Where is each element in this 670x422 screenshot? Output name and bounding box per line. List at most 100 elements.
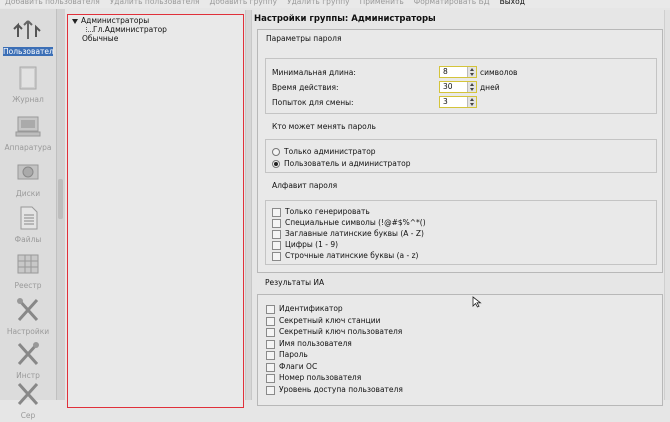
tools-icon [17,298,39,322]
checkbox-password[interactable] [266,351,275,360]
checkbox-special-chars[interactable] [272,219,281,228]
menu-delete-group[interactable]: Удалить группу [282,0,355,8]
checkbox-label[interactable]: Специальные символы (!@#$%^*() [285,218,426,227]
nav-label: Журнал [12,95,44,104]
password-limits-box: Минимальная длина: 8 символов Время дейс… [265,58,657,114]
tree-item-admins[interactable]: Администраторы [68,16,149,25]
navigation-bar: Пользовател Журнал Аппаратура Диски Файл… [0,9,65,420]
alphabet-title: Алфавит пароля [272,181,338,190]
group-tree: Администраторы Гл.Администратор Обычные [67,14,244,408]
nav-journal[interactable]: Журнал [0,61,56,106]
checkbox-os-flags[interactable] [266,363,275,372]
spinbox-buttons[interactable] [467,97,476,107]
checkbox-label[interactable]: Уровень доступа пользователя [279,385,403,394]
menu-add-group[interactable]: Добавить группу [205,0,283,8]
checkbox-generate-only[interactable] [272,208,281,217]
who-can-change-title: Кто может менять пароль [272,122,376,131]
registry-icon [17,254,39,274]
tree-item-regular[interactable]: Обычные [82,34,118,43]
validity-label: Время действия: [272,83,339,92]
checkbox-digits[interactable] [272,241,281,250]
settings-title: Настройки группы: Администраторы [254,14,436,24]
spinbox-buttons[interactable] [467,67,476,77]
checkbox-label[interactable]: Номер пользователя [279,373,361,382]
scrollbar-thumb[interactable] [58,179,63,219]
nav-settings[interactable]: Настройки [0,293,56,338]
spinbox-value: 3 [443,97,448,106]
validity-spinbox[interactable]: 30 [439,81,477,93]
nav-label: Настройки [6,327,50,336]
min-length-label: Минимальная длина: [272,68,356,77]
nav-files[interactable]: Файлы [0,201,56,246]
arrow-down-icon[interactable] [470,103,474,106]
tools-icon [17,342,39,366]
alphabet-box: Только генерировать Специальные символы … [265,200,657,265]
checkbox-access-level[interactable] [266,386,275,395]
arrow-up-icon[interactable] [470,98,474,101]
checkbox-label[interactable]: Секретный ключ станции [279,316,381,325]
checkbox-user-key[interactable] [266,328,275,337]
menu-bar: Добавить пользователя Удалить пользовате… [0,0,670,8]
arrow-down-icon[interactable] [470,88,474,91]
nav-scrollbar[interactable] [56,9,65,400]
tree-connector [86,27,93,32]
checkbox-label[interactable]: Пароль [279,350,308,359]
menu-format-db[interactable]: Форматировать БД [409,0,495,8]
checkbox-label[interactable]: Только генерировать [285,207,370,216]
mouse-cursor-icon [472,296,482,308]
menu-delete-user[interactable]: Удалить пользователя [105,0,205,8]
checkbox-label[interactable]: Идентификатор [279,304,343,313]
checkbox-identifier[interactable] [266,305,275,314]
radio-label[interactable]: Пользователь и администратор [284,159,411,168]
nav-hardware[interactable]: Аппаратура [0,109,56,154]
validity-unit: дней [480,83,500,92]
nav-tools[interactable]: Инстр [0,337,56,382]
arrow-down-icon[interactable] [470,73,474,76]
checkbox-label[interactable]: Цифры (1 - 9) [285,240,338,249]
files-icon [20,206,38,230]
tools-icon [17,382,39,406]
radio-user-and-admin[interactable] [272,160,280,168]
checkbox-label[interactable]: Строчные латинские буквы (a - z) [285,251,418,260]
checkbox-label[interactable]: Секретный ключ пользователя [279,327,402,336]
attempts-label: Попыток для смены: [272,98,354,107]
menu-exit[interactable]: Выход [495,0,530,8]
radio-label[interactable]: Только администратор [284,147,376,156]
menu-apply[interactable]: Применить [355,0,409,8]
results-group: Идентификатор Секретный ключ станции Сек… [257,294,663,406]
nav-users[interactable]: Пользовател [0,13,56,58]
checkbox-user-name[interactable] [266,340,275,349]
radio-admin-only[interactable] [272,148,280,156]
tree-item-label: Гл.Администратор [93,25,167,34]
checkbox-lowercase[interactable] [272,252,281,261]
tree-item-label: Администраторы [81,16,150,25]
tree-item-chief-admin[interactable]: Гл.Администратор [93,25,167,34]
checkbox-user-number[interactable] [266,374,275,383]
checkbox-station-key[interactable] [266,317,275,326]
spinbox-value: 30 [443,82,453,91]
arrow-up-icon[interactable] [470,83,474,86]
nav-label: Сер [20,411,36,420]
checkbox-uppercase[interactable] [272,230,281,239]
checkbox-label[interactable]: Заглавные латинские буквы (A - Z) [285,229,424,238]
checkbox-label[interactable]: Флаги ОС [279,362,317,371]
disks-icon [17,164,39,180]
settings-scrollbar[interactable] [664,10,670,400]
expand-arrow-icon[interactable] [72,18,78,24]
nav-label: Диски [15,189,41,198]
tree-item-label: Обычные [82,34,119,43]
nav-disks[interactable]: Диски [0,155,56,200]
attempts-spinbox[interactable]: 3 [439,96,477,108]
arrow-up-icon[interactable] [470,68,474,71]
panel-splitter[interactable] [245,10,252,400]
users-icon [13,20,41,39]
spinbox-value: 8 [443,67,448,76]
nav-label: Реестр [14,281,42,290]
min-length-spinbox[interactable]: 8 [439,66,477,78]
checkbox-label[interactable]: Имя пользователя [279,339,352,348]
min-length-unit: символов [480,68,518,77]
nav-registry[interactable]: Реестр [0,247,56,292]
spinbox-buttons[interactable] [467,82,476,92]
who-can-change-box: Только администратор Пользователь и адми… [265,139,657,173]
menu-add-user[interactable]: Добавить пользователя [0,0,105,8]
